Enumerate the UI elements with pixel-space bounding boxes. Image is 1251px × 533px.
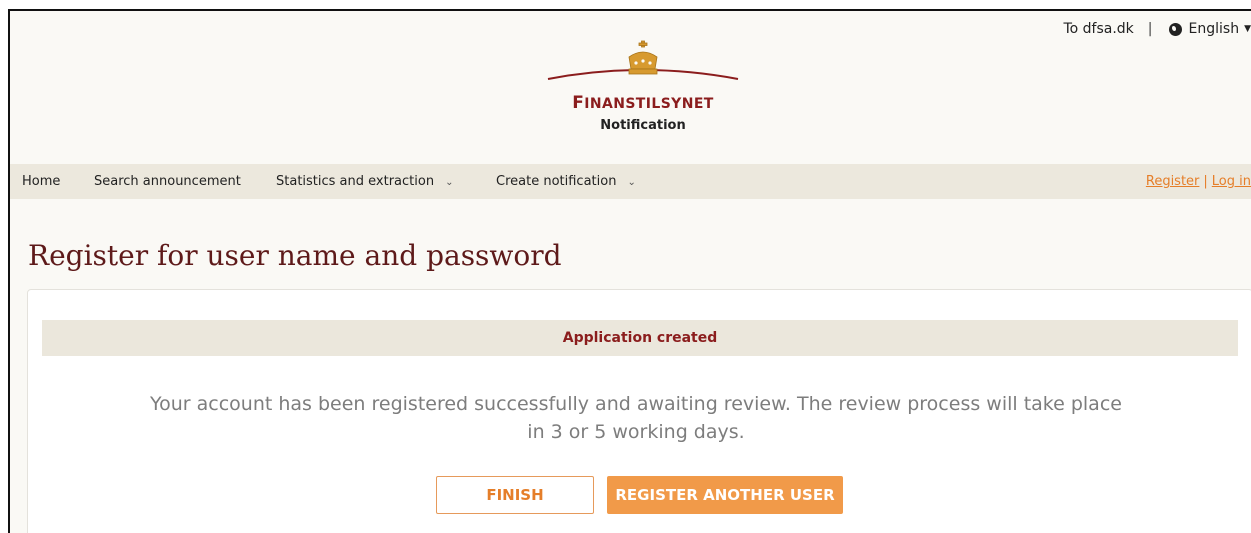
nav-statistics-label: Statistics and extraction bbox=[276, 174, 435, 189]
auth-separator: | bbox=[1203, 174, 1208, 189]
message-line-1: Your account has been registered success… bbox=[150, 393, 1122, 415]
caret-down-icon: ▼ bbox=[1244, 24, 1251, 34]
message-line-2: in 3 or 5 working days. bbox=[527, 421, 745, 443]
confirmation-message: Your account has been registered success… bbox=[136, 390, 1136, 446]
register-link[interactable]: Register bbox=[1146, 174, 1200, 189]
app-window: To dfsa.dk | English ▼ FINANSTILSYNET No… bbox=[8, 9, 1251, 533]
nav-home[interactable]: Home bbox=[22, 174, 60, 189]
status-banner: Application created bbox=[42, 320, 1238, 356]
utility-separator: | bbox=[1147, 21, 1153, 37]
result-card: Application created Your account has bee… bbox=[27, 289, 1251, 533]
main-nav: Home Search announcement Statistics and … bbox=[10, 164, 1251, 199]
globe-icon bbox=[1168, 22, 1182, 36]
login-link[interactable]: Log in bbox=[1212, 174, 1251, 189]
brand-name: FINANSTILSYNET bbox=[572, 93, 714, 113]
site-header: To dfsa.dk | English ▼ FINANSTILSYNET No… bbox=[10, 11, 1251, 164]
nav-search-announcement[interactable]: Search announcement bbox=[94, 174, 241, 189]
nav-create-label: Create notification bbox=[496, 174, 617, 189]
dfsa-link[interactable]: To dfsa.dk bbox=[1063, 21, 1133, 37]
nav-create-notification[interactable]: Create notification ⌄ bbox=[496, 174, 636, 189]
page-title: Register for user name and password bbox=[28, 239, 562, 272]
chevron-down-icon: ⌄ bbox=[445, 177, 454, 188]
crown-icon bbox=[547, 40, 739, 80]
chevron-down-icon: ⌄ bbox=[627, 177, 636, 188]
site-subtitle: Notification bbox=[600, 118, 686, 133]
finish-button[interactable]: FINISH bbox=[436, 476, 594, 514]
top-utility-bar: To dfsa.dk | English ▼ bbox=[1063, 21, 1251, 37]
language-label: English bbox=[1188, 21, 1240, 37]
register-another-user-button[interactable]: REGISTER ANOTHER USER bbox=[607, 476, 843, 514]
finanstilsynet-logo[interactable]: FINANSTILSYNET Notification bbox=[543, 39, 743, 133]
language-selector[interactable]: English ▼ bbox=[1168, 21, 1251, 37]
nav-statistics-extraction[interactable]: Statistics and extraction ⌄ bbox=[276, 174, 453, 189]
auth-links: Register | Log in bbox=[1146, 174, 1251, 189]
